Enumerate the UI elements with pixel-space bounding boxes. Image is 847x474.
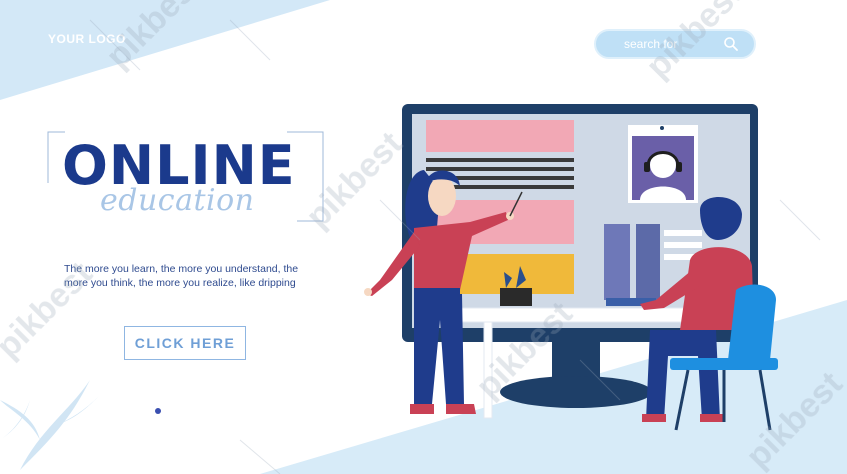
logo-text[interactable]: YOUR LOGO [48, 32, 126, 46]
leaf-decoration [0, 380, 100, 470]
search-input[interactable] [624, 37, 722, 51]
hero-subtitle: education [100, 183, 255, 218]
description-line: more you think, the more you realize, li… [64, 277, 296, 289]
click-here-button[interactable]: CLICK HERE [124, 326, 246, 360]
description-line: The more you learn, the more you underst… [64, 263, 299, 275]
hero-description: The more you learn, the more you underst… [64, 262, 324, 290]
online-education-illustration [364, 104, 778, 431]
search-bar[interactable] [594, 29, 756, 59]
search-icon[interactable] [722, 35, 740, 53]
pagination-dot[interactable] [155, 408, 161, 414]
